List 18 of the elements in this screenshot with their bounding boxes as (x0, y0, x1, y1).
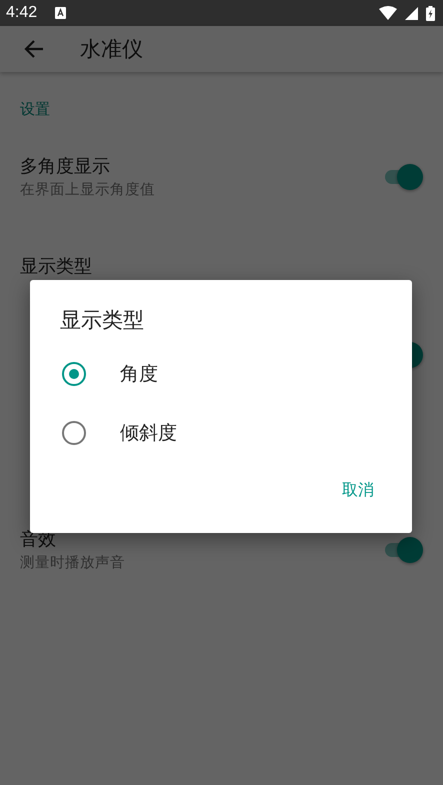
signal-icon (405, 6, 418, 20)
status-time: 4:42 (6, 4, 38, 22)
option-label[interactable]: 角度 (120, 360, 158, 386)
setting-title: 显示类型 (20, 254, 92, 278)
wifi-icon (379, 6, 397, 20)
notification-icon (55, 7, 66, 19)
section-header: 设置 (19, 99, 51, 116)
app-title: 水准仪 (80, 36, 143, 63)
option-label[interactable]: 倾斜度 (120, 420, 177, 446)
battery-icon (426, 6, 435, 20)
radio-button[interactable] (62, 420, 86, 444)
toggle-switch[interactable] (383, 536, 423, 564)
back-arrow-icon[interactable] (24, 40, 44, 58)
dialog-title: 显示类型 (59, 307, 145, 334)
cancel-button[interactable]: 取消 (328, 474, 388, 507)
radio-button[interactable] (62, 362, 86, 386)
toggle-switch[interactable] (383, 162, 423, 190)
setting-title: 多角度显示 (20, 155, 110, 178)
